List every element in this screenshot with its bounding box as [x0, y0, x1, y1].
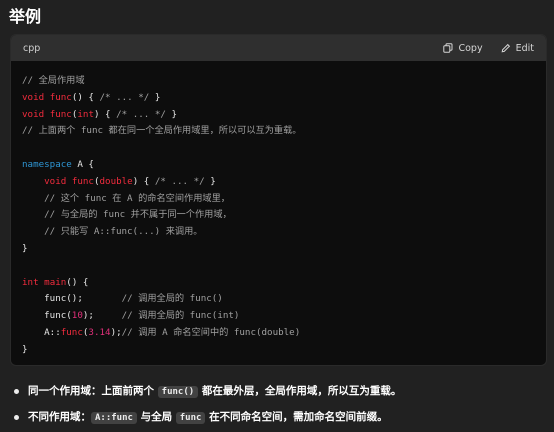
code-line: void func() { /* ... */ } [22, 90, 535, 107]
edit-label: Edit [515, 42, 534, 54]
code-token: // 调用 A 命名空间中的 func(double) [121, 326, 301, 338]
code-line: func(); // 调用全局的 func() [22, 291, 535, 308]
edit-button[interactable]: Edit [501, 43, 534, 54]
code-token: // 上面两个 func 都在同一个全局作用域里，所以可以互为重载。 [22, 125, 302, 137]
code-token: func [60, 326, 83, 338]
code-line: // 上面两个 func 都在同一个全局作用域里，所以可以互为重载。 [22, 123, 535, 140]
code-line: } [22, 342, 535, 359]
code-token: // 与全局的 func 并不属于同一个作用域， [44, 209, 232, 221]
code-token: // 调用全局的 func(int) [121, 310, 240, 322]
code-line: // 这个 func 在 A 的命名空间作用域里， [22, 191, 535, 208]
code-token: ) { [93, 108, 117, 120]
code-language-label: cpp [23, 42, 41, 54]
code-token: // 只能写 A::func(...) 来调用。 [44, 226, 203, 238]
code-token: void [44, 175, 67, 187]
inline-code: A::func [91, 412, 137, 424]
code-token: func [49, 108, 72, 120]
copy-button[interactable]: Copy [443, 42, 483, 54]
code-token: } [22, 343, 28, 355]
code-token: func [71, 175, 94, 187]
inline-code: func() [157, 386, 199, 398]
code-token: A { [71, 158, 94, 170]
code-line: void func(double) { /* ... */ } [22, 174, 535, 191]
code-token: /* ... */ [116, 108, 166, 120]
list-item-title: 同一个作用域 [28, 385, 91, 397]
code-line: // 只能写 A::func(...) 来调用。 [22, 224, 535, 241]
code-token: A:: [22, 326, 61, 338]
code-block-header: cpp Copy Edit [11, 35, 546, 61]
code-token: } [149, 91, 161, 103]
code-line: int main() { [22, 275, 535, 292]
code-block: cpp Copy Edit // 全局作用域void func() { /* [10, 34, 547, 366]
list-item-text: 都在最外层，全局作用域，所以互为重载。 [198, 385, 402, 397]
list-item-text: 在不同命名空间，需加命名空间前缀。 [205, 411, 388, 423]
list-item-title: 不同作用域 [28, 411, 81, 423]
list-item-text: ：上面前两个 [91, 385, 158, 397]
code-line: A::func(3.14);// 调用 A 命名空间中的 func(double… [22, 325, 535, 342]
code-content: // 全局作用域 void func() { /* ... */ } void fu… [11, 61, 546, 365]
code-token: ); [110, 326, 122, 338]
code-token: // 这个 func 在 A 的命名空间作用域里， [44, 192, 230, 204]
section-heading: 举例 [9, 7, 42, 26]
code-line: func(10); // 调用全局的 func(int) [22, 308, 535, 325]
code-token: /* ... */ [154, 175, 205, 187]
code-line: // 全局作用域 [22, 73, 535, 90]
list-item: 不同作用域： A::func 与全局 func 在不同命名空间，需加命名空间前缀。 [10, 407, 550, 432]
chat-response: 举例 cpp Copy Edit // 全局作用域 void func() {… [0, 0, 554, 432]
code-token: () { [71, 91, 100, 103]
edit-icon [501, 43, 510, 53]
code-token: func [49, 91, 72, 103]
code-token: 10 [71, 310, 83, 322]
code-token: } [22, 242, 28, 254]
code-token: () { [66, 276, 89, 288]
code-line: void func(int) { /* ... */ } [22, 107, 535, 124]
code-line: } [22, 241, 535, 258]
code-token: int [22, 276, 39, 288]
code-token: void [22, 108, 45, 120]
code-token: int [77, 108, 94, 120]
list-item-text: 与全局 [136, 411, 176, 423]
list-item: 同一个作用域：上面前两个 func() 都在最外层，全局作用域，所以互为重载。 [10, 381, 550, 407]
code-token: void [22, 91, 45, 103]
code-token: func(); [22, 293, 122, 305]
code-token: 3.14 [88, 326, 111, 338]
code-token: ) { [132, 175, 155, 187]
inline-code: func [175, 412, 206, 424]
copy-label: Copy [458, 42, 483, 54]
code-token: ); [82, 310, 122, 322]
code-token: double [99, 175, 133, 187]
code-token: /* ... */ [99, 91, 150, 103]
code-line: // 与全局的 func 并不属于同一个作用域， [22, 207, 535, 224]
code-token: main [44, 276, 67, 288]
code-token: namespace [22, 158, 72, 170]
code-token: // 全局作用域 [22, 75, 85, 86]
code-line: namespace A { [22, 157, 535, 174]
list-item-text: ： [80, 411, 92, 423]
code-token: // 调用全局的 func() [121, 293, 223, 305]
code-token: func( [22, 310, 72, 322]
copy-icon [443, 43, 453, 53]
code-token: } [165, 108, 177, 120]
code-actions: Copy Edit [443, 43, 534, 54]
bullet-list: 同一个作用域：上面前两个 func() 都在最外层，全局作用域，所以互为重载。不… [10, 381, 550, 432]
code-token: } [204, 175, 216, 187]
